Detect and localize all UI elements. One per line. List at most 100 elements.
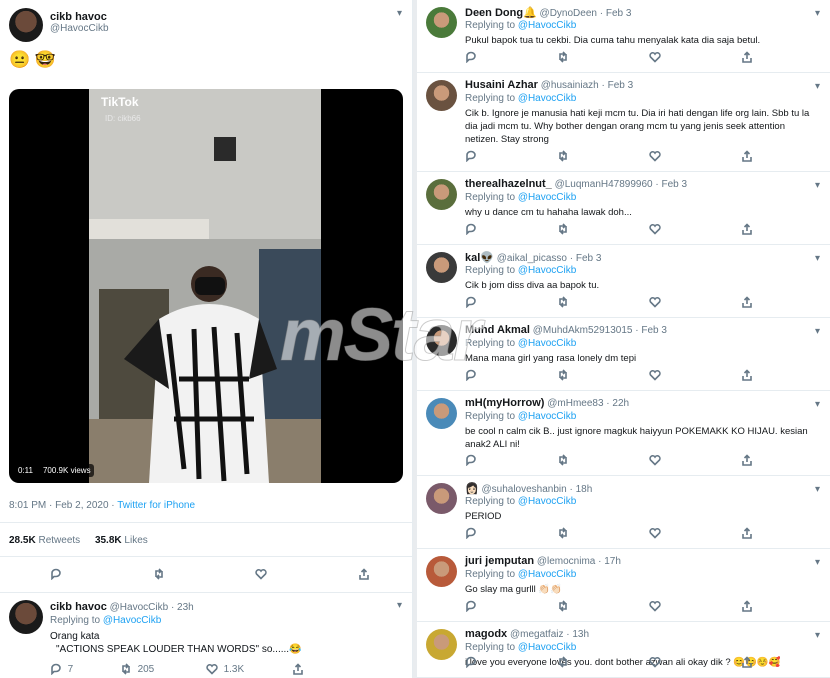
reply-time[interactable]: · Feb 3 bbox=[635, 325, 667, 336]
avatar[interactable] bbox=[426, 7, 457, 38]
author-name[interactable]: magodx bbox=[465, 628, 507, 640]
reply-tweet[interactable]: mH(myHorrow) @mHmee83 · 22h ▾ Replying to … bbox=[417, 391, 830, 476]
retweets-label[interactable]: Retweets bbox=[38, 535, 80, 546]
avatar[interactable] bbox=[9, 600, 43, 634]
retweet-button[interactable] bbox=[557, 223, 649, 235]
reply-tweet[interactable]: Deen Dong🔔 @DynoDeen · Feb 3 ▾ Replying to… bbox=[417, 0, 830, 73]
author-handle[interactable]: @HavocCikb bbox=[110, 602, 169, 613]
retweet-button[interactable]: 205 bbox=[120, 663, 206, 675]
reply-button[interactable] bbox=[465, 51, 557, 63]
reply-button[interactable] bbox=[50, 568, 62, 580]
share-button[interactable] bbox=[358, 568, 370, 580]
chevron-down-icon[interactable]: ▾ bbox=[815, 81, 820, 92]
reply-tweet[interactable]: therealhazelnut_ @LuqmanH47899960 · Feb … bbox=[417, 172, 830, 245]
reply-button[interactable] bbox=[465, 600, 557, 612]
chevron-down-icon[interactable]: ▾ bbox=[397, 600, 402, 611]
author-name[interactable]: cikb havoc bbox=[50, 11, 109, 23]
reply-button[interactable] bbox=[465, 454, 557, 466]
like-button[interactable] bbox=[649, 369, 741, 381]
author-handle[interactable]: @megatfaiz bbox=[510, 629, 564, 640]
author-name[interactable]: kal👽 bbox=[465, 252, 494, 264]
avatar[interactable] bbox=[426, 80, 457, 111]
share-button[interactable] bbox=[741, 223, 830, 235]
reply-time[interactable]: · 18h bbox=[569, 484, 592, 495]
author-handle[interactable]: @MuhdAkm52913015 bbox=[533, 325, 633, 336]
reply-button[interactable]: 7 bbox=[50, 663, 120, 675]
like-button[interactable] bbox=[649, 296, 741, 308]
author-handle[interactable]: @husainiazh bbox=[541, 80, 599, 91]
chevron-down-icon[interactable]: ▾ bbox=[815, 326, 820, 337]
share-button[interactable] bbox=[741, 150, 830, 162]
reply-tweet[interactable]: 👩🏻 @suhaloveshanbin · 18h ▾ Replying to @H… bbox=[417, 476, 830, 549]
source-link[interactable]: Twitter for iPhone bbox=[117, 500, 195, 511]
author-handle[interactable]: @LuqmanH47899960 bbox=[555, 179, 653, 190]
avatar[interactable] bbox=[426, 252, 457, 283]
replying-to-link[interactable]: @HavocCikb bbox=[518, 642, 577, 653]
share-button[interactable] bbox=[741, 296, 830, 308]
replying-to-link[interactable]: @HavocCikb bbox=[518, 192, 577, 203]
reply-button[interactable] bbox=[465, 527, 557, 539]
retweet-button[interactable] bbox=[557, 51, 649, 63]
avatar[interactable] bbox=[426, 398, 457, 429]
reply-time[interactable]: · Feb 3 bbox=[570, 253, 602, 264]
chevron-down-icon[interactable]: ▾ bbox=[815, 8, 820, 19]
reply-tweet[interactable]: juri jemputan @lemocnima · 17h ▾ Replying … bbox=[417, 549, 830, 622]
author-name[interactable]: Deen Dong🔔 bbox=[465, 7, 537, 19]
reply-button[interactable] bbox=[465, 223, 557, 235]
likes-label[interactable]: Likes bbox=[124, 535, 147, 546]
author-handle[interactable]: @mHmee83 bbox=[547, 398, 603, 409]
author-handle[interactable]: @HavocCikb bbox=[50, 23, 109, 34]
retweet-button[interactable] bbox=[557, 296, 649, 308]
like-button[interactable] bbox=[649, 454, 741, 466]
retweet-button[interactable] bbox=[557, 454, 649, 466]
reply-time[interactable]: · Feb 3 bbox=[600, 8, 632, 19]
replying-to-link[interactable]: @HavocCikb bbox=[518, 93, 577, 104]
share-button[interactable] bbox=[741, 656, 830, 668]
share-button[interactable] bbox=[741, 369, 830, 381]
like-button[interactable] bbox=[649, 223, 741, 235]
replying-to-link[interactable]: @HavocCikb bbox=[103, 615, 162, 626]
like-button[interactable] bbox=[649, 600, 741, 612]
author-name[interactable]: cikb havoc bbox=[50, 601, 107, 613]
retweet-button[interactable] bbox=[557, 150, 649, 162]
reply-button[interactable] bbox=[465, 150, 557, 162]
author-handle[interactable]: @lemocnima bbox=[537, 556, 596, 567]
author-name[interactable]: therealhazelnut_ bbox=[465, 178, 552, 190]
avatar[interactable] bbox=[9, 8, 43, 42]
reply-tweet[interactable]: Husaini Azhar @husainiazh · Feb 3 ▾ Replyi… bbox=[417, 73, 830, 172]
author-handle[interactable]: @suhaloveshanbin bbox=[481, 484, 566, 495]
replying-to-link[interactable]: @HavocCikb bbox=[518, 411, 577, 422]
chevron-down-icon[interactable]: ▾ bbox=[815, 484, 820, 495]
likes-count[interactable]: 35.8K bbox=[95, 535, 122, 546]
avatar[interactable] bbox=[426, 483, 457, 514]
share-button[interactable] bbox=[741, 527, 830, 539]
author-name[interactable]: Husaini Azhar bbox=[465, 79, 538, 91]
replying-to-link[interactable]: @HavocCikb bbox=[518, 265, 577, 276]
reply-time[interactable]: · 23h bbox=[171, 602, 194, 613]
retweet-button[interactable] bbox=[153, 568, 165, 580]
replying-to-link[interactable]: @HavocCikb bbox=[518, 338, 577, 349]
share-button[interactable] bbox=[741, 454, 830, 466]
reply-time[interactable]: · Feb 3 bbox=[655, 179, 687, 190]
reply-time[interactable]: · Feb 3 bbox=[601, 80, 633, 91]
like-button[interactable]: 1.3K bbox=[206, 663, 292, 675]
reply-time[interactable]: · 13h bbox=[566, 629, 589, 640]
chevron-down-icon[interactable]: ▾ bbox=[815, 630, 820, 641]
author-handle[interactable]: @DynoDeen bbox=[540, 8, 597, 19]
retweet-button[interactable] bbox=[557, 369, 649, 381]
retweets-count[interactable]: 28.5K bbox=[9, 535, 36, 546]
reply-button[interactable] bbox=[465, 656, 557, 668]
like-button[interactable] bbox=[649, 150, 741, 162]
author-name[interactable]: mH(myHorrow) bbox=[465, 397, 544, 409]
reply-time[interactable]: · 22h bbox=[606, 398, 629, 409]
author-name[interactable]: 👩🏻 bbox=[465, 483, 479, 495]
replying-to-link[interactable]: @HavocCikb bbox=[518, 569, 577, 580]
like-button[interactable] bbox=[649, 656, 741, 668]
retweet-button[interactable] bbox=[557, 656, 649, 668]
video-player[interactable]: TikTok ID: cikb66 0:11 700.9K views bbox=[9, 89, 403, 483]
like-button[interactable] bbox=[649, 51, 741, 63]
timestamp[interactable]: 8:01 PM · Feb 2, 2020 · bbox=[9, 500, 115, 511]
avatar[interactable] bbox=[426, 629, 457, 660]
share-button[interactable] bbox=[741, 600, 830, 612]
chevron-down-icon[interactable]: ▾ bbox=[815, 399, 820, 410]
